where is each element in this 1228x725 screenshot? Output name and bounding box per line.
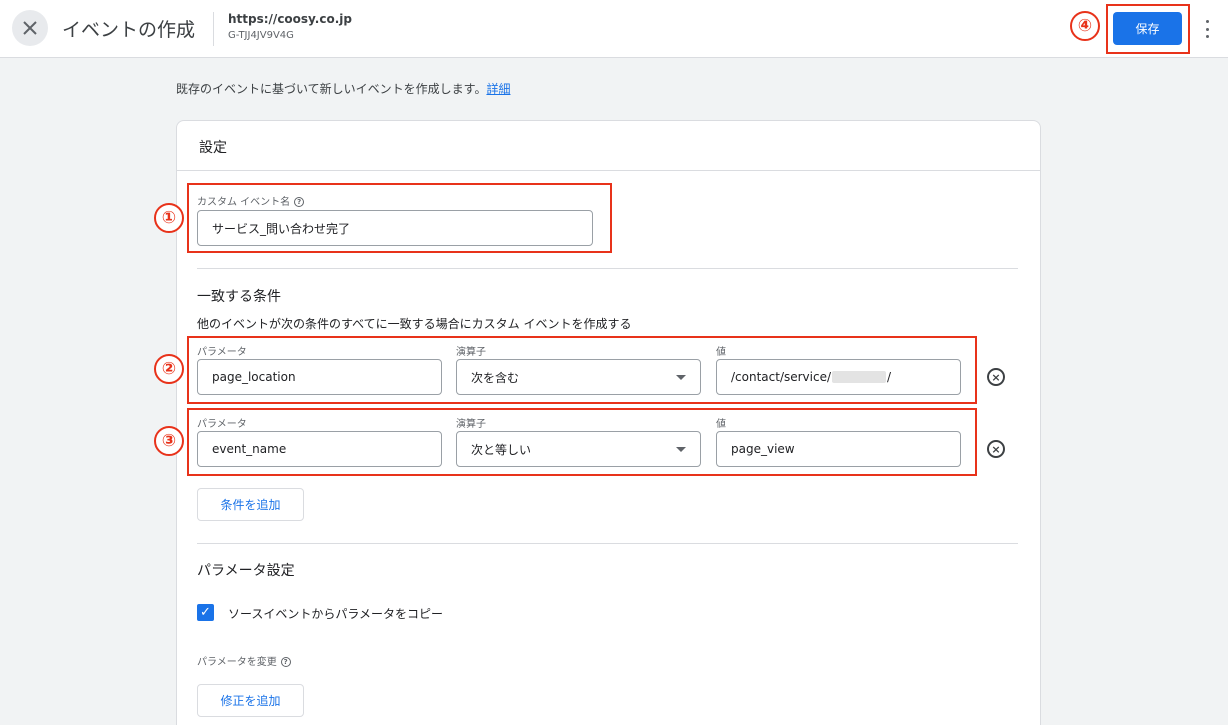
remove-condition-icon[interactable]: × bbox=[987, 368, 1005, 386]
annotation-marker-3: ③ bbox=[154, 426, 184, 456]
intro-text: 既存のイベントに基づいて新しいイベントを作成します。詳細 bbox=[176, 80, 510, 97]
conditions-description: 他のイベントが次の条件のすべてに一致する場合にカスタム イベントを作成する bbox=[197, 317, 632, 331]
page-title: イベントの作成 bbox=[62, 19, 196, 41]
divider bbox=[197, 268, 1018, 269]
card-title: 設定 bbox=[199, 140, 227, 156]
top-bar: イベントの作成 https://coosy.co.jp G-TJJ4JV9V4G… bbox=[0, 0, 1228, 58]
add-modification-button[interactable]: 修正を追加 bbox=[197, 684, 304, 717]
annotation-box-3 bbox=[187, 408, 977, 476]
modify-parameters-label-text: パラメータを変更 bbox=[197, 657, 277, 668]
add-condition-button[interactable]: 条件を追加 bbox=[197, 488, 304, 521]
learn-more-link[interactable]: 詳細 bbox=[486, 82, 510, 96]
modify-parameters-label: パラメータを変更? bbox=[197, 653, 291, 668]
save-button[interactable]: 保存 bbox=[1113, 12, 1182, 45]
site-url: https://coosy.co.jp bbox=[228, 12, 352, 26]
divider bbox=[197, 543, 1018, 544]
close-button[interactable] bbox=[12, 10, 48, 46]
remove-condition-icon[interactable]: × bbox=[987, 440, 1005, 458]
checkmark-icon: ✓ bbox=[200, 605, 211, 620]
copy-parameters-label: ソースイベントからパラメータをコピー bbox=[228, 607, 444, 621]
annotation-box-1 bbox=[187, 183, 612, 253]
measurement-id: G-TJJ4JV9V4G bbox=[228, 30, 294, 41]
help-icon[interactable]: ? bbox=[280, 657, 291, 667]
more-vert-icon[interactable] bbox=[1200, 18, 1214, 40]
close-icon bbox=[23, 21, 37, 35]
copy-parameters-checkbox[interactable]: ✓ bbox=[197, 604, 214, 621]
annotation-marker-2: ② bbox=[154, 354, 184, 384]
parameter-settings-title: パラメータ設定 bbox=[197, 563, 295, 579]
conditions-title: 一致する条件 bbox=[197, 289, 281, 305]
header-divider bbox=[213, 12, 214, 46]
card-header: 設定 bbox=[177, 121, 1040, 171]
annotation-marker-4: ④ bbox=[1070, 11, 1100, 41]
annotation-marker-1: ① bbox=[154, 203, 184, 233]
annotation-box-2 bbox=[187, 336, 977, 404]
intro-description: 既存のイベントに基づいて新しいイベントを作成します。 bbox=[176, 82, 487, 96]
